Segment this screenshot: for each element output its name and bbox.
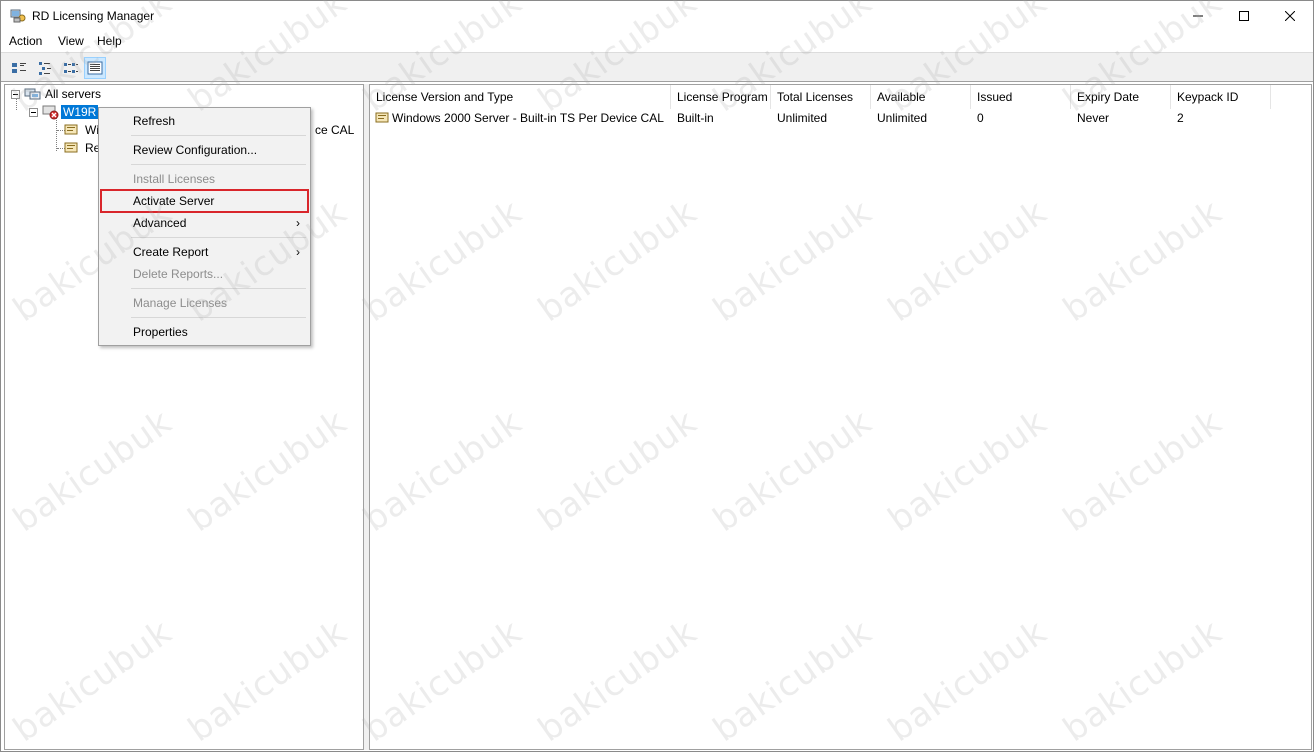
menu-item-refresh[interactable]: Refresh: [101, 110, 308, 132]
large-icons-view-button[interactable]: [8, 57, 30, 79]
column-issued[interactable]: Issued: [971, 85, 1071, 109]
tree-label-server: W19R: [61, 105, 99, 119]
cell-keypack-id: 2: [1177, 111, 1184, 125]
column-expiry-date[interactable]: Expiry Date: [1071, 85, 1171, 109]
menu-item-delete-reports: Delete Reports...: [133, 267, 224, 281]
close-icon: [1285, 11, 1295, 21]
tree-label-license-pack-tail: ce CAL: [315, 123, 355, 137]
menu-item-create-report[interactable]: Create Report ›: [101, 241, 308, 263]
license-list-pane: License Version and Type License Program…: [369, 84, 1312, 750]
cell-total-licenses: Unlimited: [777, 111, 828, 125]
servers-icon: [24, 88, 41, 100]
submenu-arrow-icon: ›: [296, 245, 300, 259]
menu-item-create-report-label: Create Report: [133, 245, 209, 259]
server-error-icon: [42, 105, 59, 120]
menu-separator: [131, 288, 306, 289]
menu-separator: [131, 164, 306, 165]
small-icons-view-button[interactable]: [34, 57, 56, 79]
cell-expiry-date: Never: [1077, 111, 1110, 125]
menu-item-advanced-label: Advanced: [133, 216, 187, 230]
maximize-button[interactable]: [1221, 1, 1267, 31]
menu-bar: Action View Help: [1, 31, 1313, 52]
rd-licensing-manager-window: RD Licensing Manager Action View Help Al…: [0, 0, 1314, 752]
cell-license-version: Windows 2000 Server - Built-in TS Per De…: [392, 111, 664, 125]
minimize-button[interactable]: [1175, 1, 1221, 31]
tree-label-license-pack: Wi: [85, 123, 99, 137]
list-view-button[interactable]: [60, 57, 82, 79]
window-title: RD Licensing Manager: [32, 9, 155, 23]
menu-separator: [131, 135, 306, 136]
list-view-icon: [64, 63, 78, 73]
cell-license-program: Built-in: [677, 111, 714, 125]
rd-licensing-app-icon: [10, 9, 26, 23]
list-header: License Version and Type License Program…: [370, 85, 1311, 109]
cell-issued: 0: [977, 111, 984, 125]
column-total-licenses[interactable]: Total Licenses: [771, 85, 871, 109]
tree-label-all-servers: All servers: [45, 87, 102, 101]
column-license-version[interactable]: License Version and Type: [370, 85, 671, 109]
details-view-button[interactable]: [84, 57, 106, 79]
submenu-arrow-icon: ›: [296, 216, 300, 230]
license-pack-icon: [64, 124, 78, 135]
menu-item-manage-licenses: Manage Licenses: [133, 296, 228, 310]
cell-available: Unlimited: [877, 111, 928, 125]
column-keypack-id[interactable]: Keypack ID: [1171, 85, 1271, 109]
title-bar: RD Licensing Manager: [1, 1, 1313, 31]
table-row[interactable]: Windows 2000 Server - Built-in TS Per De…: [370, 109, 1311, 127]
license-pack-icon: [375, 112, 389, 123]
menu-item-install-licenses: Install Licenses: [133, 172, 216, 186]
menu-item-advanced[interactable]: Advanced ›: [101, 212, 308, 234]
column-available[interactable]: Available: [871, 85, 971, 109]
menu-help[interactable]: Help: [97, 34, 122, 48]
close-button[interactable]: [1267, 1, 1313, 31]
menu-item-properties[interactable]: Properties: [101, 321, 308, 343]
menu-item-activate-server[interactable]: Activate Server: [100, 189, 309, 213]
collapse-icon[interactable]: [29, 107, 38, 117]
tree-item-license-pack[interactable]: Wi: [63, 121, 99, 139]
tree-item-reports[interactable]: Re: [63, 139, 100, 157]
reports-icon: [64, 142, 78, 153]
maximize-icon: [1239, 11, 1249, 21]
details-view-icon: [87, 61, 103, 75]
menu-separator: [131, 237, 306, 238]
tree-item-server[interactable]: W19R: [29, 103, 99, 121]
minimize-icon: [1193, 15, 1203, 17]
menu-action[interactable]: Action: [9, 34, 42, 48]
tree-item-all-servers[interactable]: All servers: [11, 85, 101, 103]
menu-separator: [131, 317, 306, 318]
menu-item-review-configuration[interactable]: Review Configuration...: [101, 139, 308, 161]
menu-view[interactable]: View: [58, 34, 84, 48]
toolbar: [1, 52, 1313, 82]
column-license-program[interactable]: License Program: [671, 85, 771, 109]
context-menu: Refresh Review Configuration... Install …: [98, 107, 311, 346]
collapse-icon[interactable]: [11, 89, 20, 99]
small-icons-view-icon: [39, 62, 51, 75]
large-icons-view-icon: [12, 63, 26, 73]
